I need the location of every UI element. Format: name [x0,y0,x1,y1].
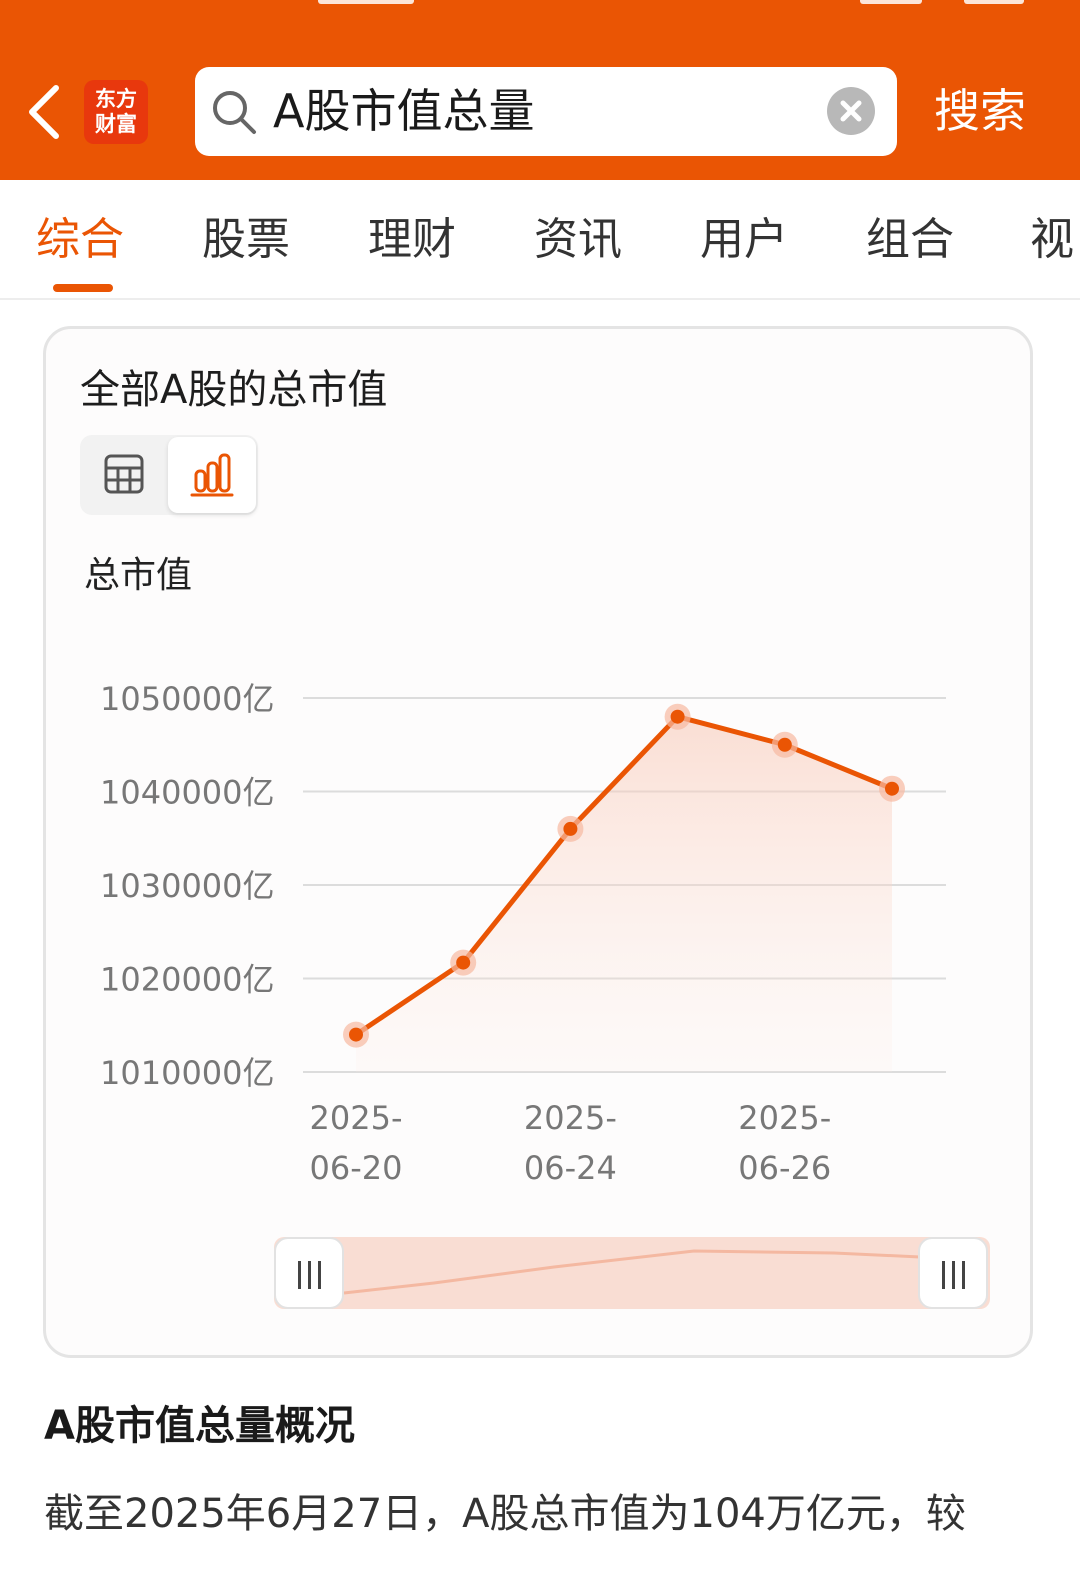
data-point[interactable] [777,737,792,752]
logo-line-1: 东方 [95,86,137,111]
data-point[interactable] [670,709,685,724]
market-cap-line-chart: 1050000亿 1040000亿 1030000亿 1020000亿 1010000亿… [100,680,946,1187]
x-tick-label: 06-24 [524,1149,617,1187]
data-point[interactable] [349,1027,363,1042]
tab-portfolio[interactable]: 组合 [866,212,954,268]
status-bar [0,0,1080,10]
y-tick-label: 1040000亿 [100,774,275,812]
x-tick-label: 2025- [738,1099,831,1137]
slider-right-handle[interactable] [918,1237,988,1309]
x-tick-label: 06-26 [738,1149,831,1187]
search-button[interactable]: 搜索 [934,80,1026,142]
app-header: 东方 财富 A股市值总量 搜索 [0,0,1080,180]
x-tick-label: 2025- [524,1099,617,1137]
y-tick-label: 1020000亿 [100,961,275,999]
y-tick-label: 1030000亿 [100,867,275,905]
y-tick-label: 1050000亿 [100,680,275,718]
search-query-text: A股市值总量 [273,84,535,138]
category-tabs: 综合 股票 理财 资讯 用户 组合 视 [0,180,1080,300]
market-cap-card: 全部A股的总市值 总市值 1050000亿 1040000亿 1030000亿 … [43,326,1033,1358]
search-icon [209,87,259,137]
tab-news[interactable]: 资讯 [534,212,622,268]
app-logo: 东方 财富 [84,80,148,144]
data-point[interactable] [456,955,471,970]
x-tick-label: 06-20 [310,1149,403,1187]
tab-wealth[interactable]: 理财 [368,212,456,268]
slider-left-handle[interactable] [274,1237,344,1309]
slider-track [274,1237,990,1309]
x-tick-label: 2025- [310,1099,403,1137]
tab-users[interactable]: 用户 [700,212,788,268]
clear-icon[interactable] [827,87,875,135]
range-slider[interactable] [274,1237,990,1311]
summary-text: 截至2025年6月27日，A股总市值为104万亿元，较 [44,1491,966,1537]
tab-stocks[interactable]: 股票 [202,212,290,268]
y-tick-label: 1010000亿 [100,1054,275,1092]
logo-line-2: 财富 [95,111,137,136]
tab-comprehensive[interactable]: 综合 [36,212,124,268]
tab-video[interactable]: 视 [1030,212,1074,268]
data-point[interactable] [885,781,899,796]
data-point[interactable] [563,821,578,836]
search-input[interactable]: A股市值总量 [195,67,897,156]
back-icon[interactable] [22,82,66,142]
active-tab-indicator [53,284,113,292]
summary-title: A股市值总量概况 [44,1403,355,1449]
